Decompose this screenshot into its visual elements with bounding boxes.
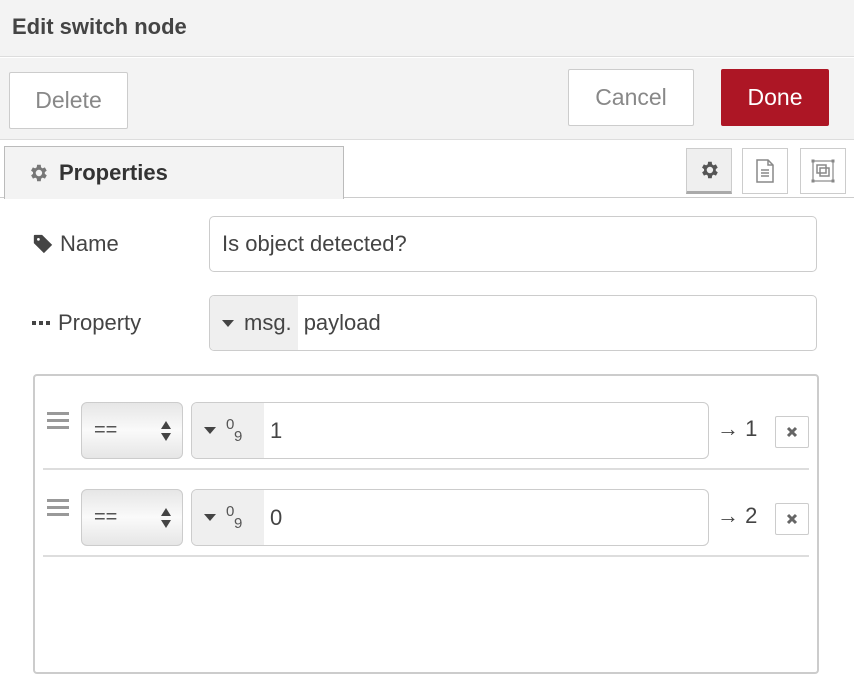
- tab-label: Properties: [59, 160, 168, 185]
- name-label: Name: [32, 216, 119, 272]
- document-icon: [756, 159, 774, 183]
- dialog-action-bar: Delete Cancel Done: [0, 58, 854, 140]
- operator-select[interactable]: ==: [81, 402, 183, 459]
- number-type-icon: 09: [226, 502, 243, 532]
- remove-rule-button[interactable]: [775, 416, 809, 448]
- drag-handle-icon[interactable]: [47, 499, 69, 520]
- caret-down-icon: [204, 427, 216, 434]
- dialog-header: Edit switch node: [0, 0, 854, 57]
- dialog-title: Edit switch node: [12, 14, 187, 39]
- rule-row: == 09 1 → 1: [43, 382, 809, 470]
- appearance-icon: [811, 159, 835, 183]
- properties-tool-button[interactable]: [686, 148, 732, 194]
- rule-value-field[interactable]: 1: [264, 403, 282, 458]
- remove-rule-button[interactable]: [775, 503, 809, 535]
- output-port-label: → 2: [717, 503, 758, 528]
- appearance-tool-button[interactable]: [800, 148, 846, 194]
- spinner-arrows-icon: [161, 421, 171, 441]
- rule-value-input: 09 1: [191, 402, 709, 459]
- name-input[interactable]: Is object detected?: [209, 216, 817, 272]
- gear-icon: [702, 161, 718, 179]
- number-type-icon: 09: [226, 415, 243, 445]
- tab-properties[interactable]: Properties: [4, 146, 344, 199]
- description-tool-button[interactable]: [742, 148, 788, 194]
- ellipsis-icon: [32, 321, 50, 325]
- operator-select[interactable]: ==: [81, 489, 183, 546]
- value-type-select[interactable]: 09: [192, 490, 264, 545]
- property-type-select[interactable]: msg.: [210, 296, 298, 350]
- rule-row: == 09 0 → 2: [43, 469, 809, 557]
- gear-icon: [31, 164, 47, 182]
- done-button[interactable]: Done: [721, 69, 829, 126]
- property-input[interactable]: payload: [298, 296, 381, 350]
- output-port-label: → 1: [717, 416, 758, 441]
- property-label: Property: [32, 295, 141, 351]
- value-type-select[interactable]: 09: [192, 403, 264, 458]
- property-typed-input: msg. payload: [209, 295, 817, 351]
- name-row: Name Is object detected?: [32, 216, 822, 272]
- rules-list: == 09 1 → 1 == 09 0 → 2: [33, 374, 819, 674]
- caret-down-icon: [204, 514, 216, 521]
- spinner-arrows-icon: [161, 508, 171, 528]
- caret-down-icon: [222, 319, 234, 327]
- close-icon: [786, 513, 798, 525]
- rule-value-field[interactable]: 0: [264, 490, 282, 545]
- property-row: Property msg. payload: [32, 295, 822, 351]
- delete-button[interactable]: Delete: [9, 72, 128, 129]
- rule-value-input: 09 0: [191, 489, 709, 546]
- tag-icon: [33, 234, 53, 254]
- cancel-button[interactable]: Cancel: [568, 69, 694, 126]
- close-icon: [786, 426, 798, 438]
- drag-handle-icon[interactable]: [47, 412, 69, 433]
- tab-bar: Properties: [0, 140, 854, 199]
